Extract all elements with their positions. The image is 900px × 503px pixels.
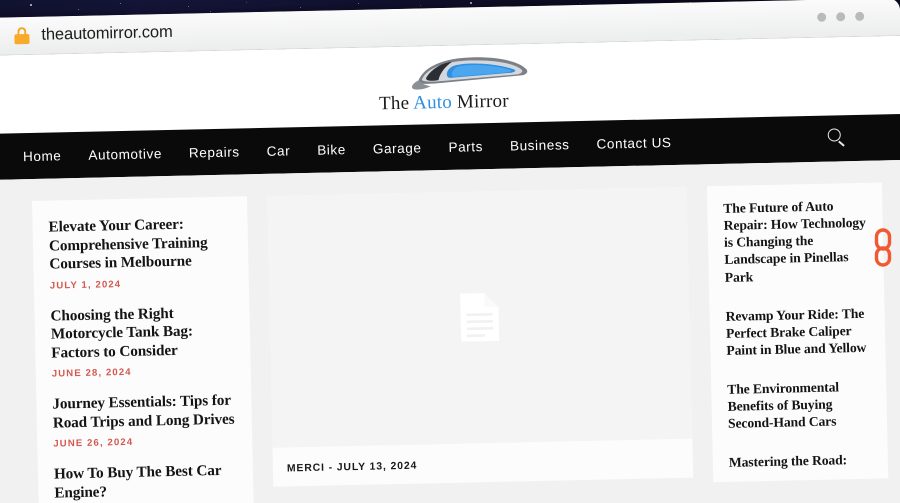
sidebar-post-title[interactable]: Mastering the Road: [729, 451, 874, 471]
window-control-dot[interactable] [855, 11, 865, 21]
post-date: JUNE 26, 2024 [53, 437, 134, 450]
window-control-dot[interactable] [817, 12, 827, 22]
browser-window: theautomirror.com The Auto Mirror Home A… [0, 0, 900, 503]
site-logo[interactable]: The Auto Mirror [348, 52, 539, 118]
star [120, 3, 121, 4]
star [580, 3, 581, 4]
star [78, 9, 79, 10]
window-control-dot[interactable] [836, 12, 846, 22]
star [358, 3, 359, 4]
document-icon [460, 293, 500, 342]
window-controls[interactable] [817, 11, 865, 22]
lock-icon [14, 27, 30, 45]
featured-image-placeholder [266, 186, 693, 448]
star [300, 7, 301, 8]
search-icon[interactable] [827, 128, 847, 147]
url-text[interactable]: theautomirror.com [41, 23, 173, 45]
sidebar-post-title[interactable]: The Future of Auto Repair: How Technolog… [723, 197, 870, 286]
star [210, 11, 211, 12]
post-title[interactable]: Choosing the Right Motorcycle Tank Bag: … [50, 303, 234, 363]
post-title[interactable]: How To Buy The Best Car Engine? [54, 462, 238, 503]
website-viewport: The Auto Mirror Home Automotive Repairs … [0, 36, 900, 503]
sidebar-post-title[interactable]: Revamp Your Ride: The Perfect Brake Cali… [725, 304, 871, 359]
page-content: Elevate Your Career: Comprehensive Train… [0, 159, 900, 503]
star [188, 6, 189, 7]
post-title[interactable]: Journey Essentials: Tips for Road Trips … [52, 392, 236, 433]
star [30, 4, 32, 6]
post-date: JULY 1, 2024 [49, 278, 122, 292]
logo-text-prefix: The [378, 92, 414, 115]
nav-item-bike[interactable]: Bike [317, 142, 346, 158]
sidebar-post-title[interactable]: The Environmental Benefits of Buying Sec… [727, 378, 873, 433]
site-logo-wordmark: The Auto Mirror [349, 90, 539, 116]
nav-item-garage[interactable]: Garage [373, 140, 422, 156]
nav-item-car[interactable]: Car [266, 143, 290, 159]
post-title[interactable]: Elevate Your Career: Comprehensive Train… [48, 215, 232, 275]
nav-item-home[interactable]: Home [23, 148, 62, 164]
star [420, 5, 421, 6]
nav-item-repairs[interactable]: Repairs [189, 144, 240, 160]
sidebar-posts-list: The Future of Auto Repair: How Technolog… [706, 182, 889, 482]
logo-text-accent: Auto [412, 91, 453, 114]
recent-posts-list: Elevate Your Career: Comprehensive Train… [32, 196, 254, 503]
featured-post: MERCI - JULY 13, 2024 [266, 186, 694, 487]
star [470, 2, 472, 4]
nav-item-automotive[interactable]: Automotive [88, 146, 162, 163]
nav-item-business[interactable]: Business [510, 137, 570, 153]
star [246, 2, 247, 3]
car-side-mirror-icon [411, 57, 528, 90]
featured-post-meta: MERCI - JULY 13, 2024 [272, 438, 694, 487]
nav-item-contact-us[interactable]: Contact US [596, 135, 671, 152]
logo-text-suffix: Mirror [451, 90, 509, 113]
post-date: JUNE 28, 2024 [51, 367, 132, 380]
nav-item-parts[interactable]: Parts [448, 139, 483, 155]
